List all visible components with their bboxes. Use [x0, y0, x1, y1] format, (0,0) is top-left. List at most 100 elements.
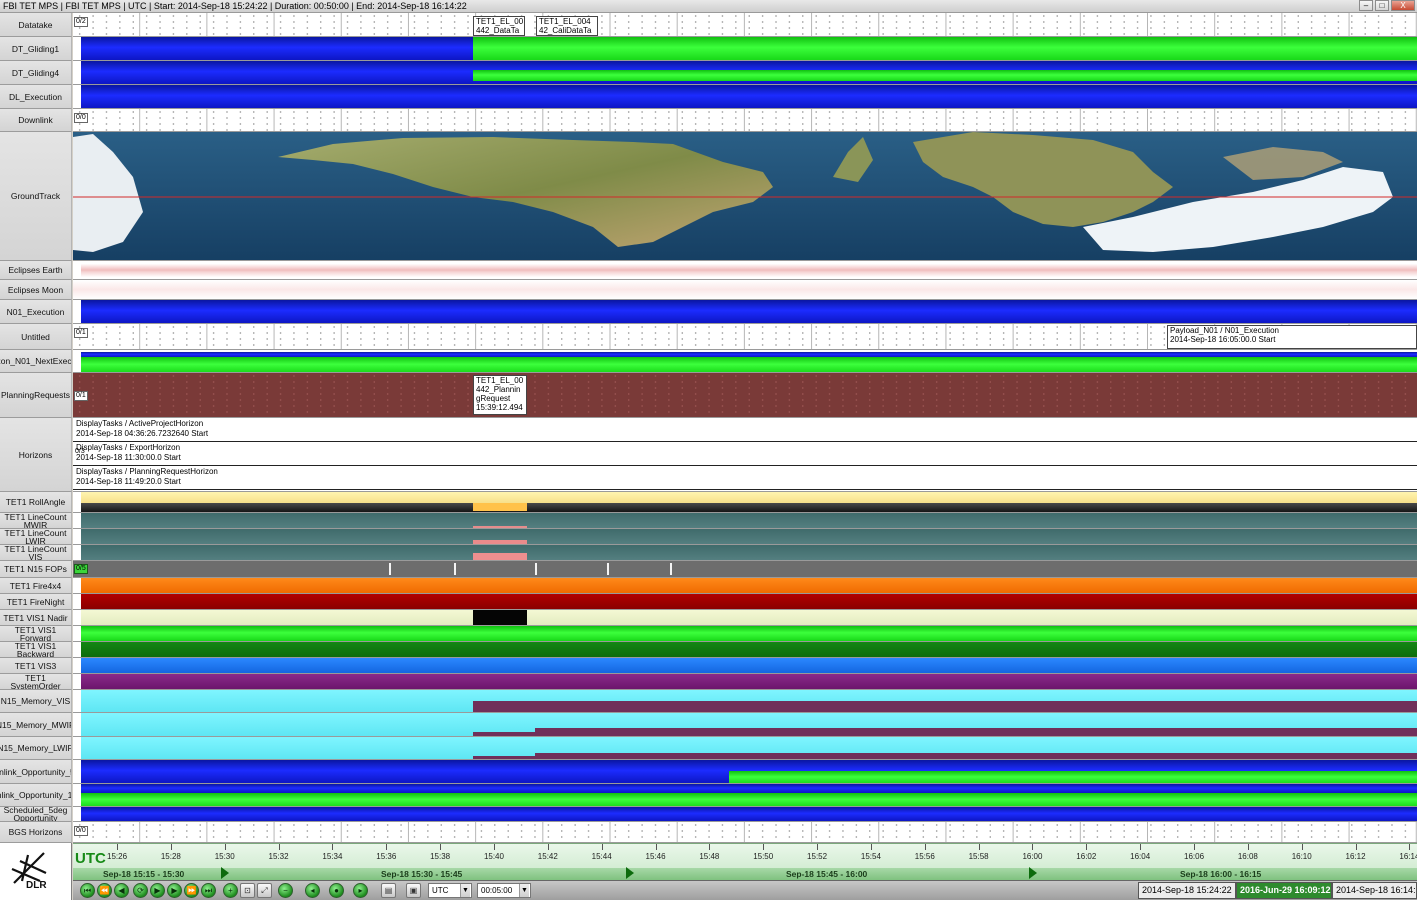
activity-bar[interactable]	[81, 807, 1417, 821]
activity-bar[interactable]	[81, 513, 1417, 528]
activity-bar[interactable]	[473, 701, 1417, 712]
activity-bar[interactable]	[81, 85, 1417, 108]
refresh-icon[interactable]: ⟳	[133, 883, 148, 898]
lane-linecount-mwir[interactable]	[73, 513, 1417, 529]
fop-marker[interactable]	[389, 563, 391, 575]
fop-marker[interactable]	[670, 563, 672, 575]
lane-groundtrack[interactable]	[73, 132, 1417, 261]
activity-bar[interactable]	[81, 529, 1417, 544]
lane-horizon-n01[interactable]	[73, 350, 1417, 373]
activity-bar[interactable]	[473, 37, 1417, 60]
timezone-select[interactable]: UTC ▼	[428, 883, 472, 898]
row-label-vis3[interactable]: TET1 VIS3	[0, 658, 72, 674]
row-label-vis1-nadir[interactable]: TET1 VIS1 Nadir	[0, 610, 72, 626]
activity-bar[interactable]	[81, 793, 1417, 806]
activity-bar[interactable]	[81, 658, 1417, 673]
first-icon[interactable]: ⏮	[80, 883, 95, 898]
lane-n01-execution[interactable]	[73, 300, 1417, 324]
close-button[interactable]: X	[1391, 0, 1415, 11]
row-label-planning-requests[interactable]: PlanningRequests	[0, 373, 72, 418]
horizon-planning-request[interactable]: DisplayTasks / PlanningRequestHorizon 20…	[73, 466, 1417, 490]
activity-bar[interactable]	[81, 578, 1417, 593]
row-label-linecount-vis[interactable]: TET1 LineCount VIS	[0, 545, 72, 561]
activity-bar[interactable]	[81, 492, 1417, 503]
row-label-fire4x4[interactable]: TET1 Fire4x4	[0, 578, 72, 594]
lane-planning-requests[interactable]: 0/1 TET1_EL_00 442_Plannin gRequest 15:3…	[73, 373, 1417, 418]
fop-marker[interactable]	[607, 563, 609, 575]
lane-dt-gliding1[interactable]	[73, 37, 1417, 61]
row-label-downlink[interactable]: Downlink	[0, 109, 72, 132]
activity-bar[interactable]	[535, 753, 1417, 759]
row-label-bgs-horizons[interactable]: BGS Horizons	[0, 822, 72, 843]
row-label-memory-lwir[interactable]: N15_Memory_LWIR	[0, 737, 72, 760]
lane-roll-angle[interactable]	[73, 492, 1417, 513]
activity-bar[interactable]	[81, 357, 1417, 372]
lane-vis1-forward[interactable]	[73, 626, 1417, 642]
row-label-horizons[interactable]: Horizons	[0, 418, 72, 492]
horizon-export[interactable]: DisplayTasks / ExportHorizon 2014-Sep-18…	[73, 442, 1417, 466]
activity-bar[interactable]	[81, 784, 1417, 793]
row-label-linecount-lwir[interactable]: TET1 LineCount LWIR	[0, 529, 72, 545]
activity-bar[interactable]	[81, 37, 473, 60]
row-label-dt-gliding4[interactable]: DT_Gliding4	[0, 61, 72, 85]
datatake-event-1[interactable]: TET1_EL_00 442_DataTa	[473, 16, 525, 36]
activity-bar[interactable]	[473, 503, 527, 511]
lane-downlink[interactable]: 0/0	[73, 109, 1417, 132]
lane-dl-execution[interactable]	[73, 85, 1417, 109]
row-label-groundtrack[interactable]: GroundTrack	[0, 132, 72, 261]
row-label-dl-opp-5deg[interactable]: Downlink_Opportunity_5deg	[0, 760, 72, 784]
zoom-select-icon[interactable]: ⊡	[240, 883, 255, 898]
lane-memory-lwir[interactable]	[73, 737, 1417, 760]
lane-firenight[interactable]	[73, 594, 1417, 610]
lane-bgs-horizons[interactable]: 0/0	[73, 822, 1417, 843]
lane-n15-fops[interactable]: 0/5	[73, 561, 1417, 578]
lane-memory-mwir[interactable]	[73, 713, 1417, 737]
lane-fire4x4[interactable]	[73, 578, 1417, 594]
datatake-event-2[interactable]: TET1_EL_004 42_CaliDataTa	[536, 16, 598, 36]
fop-marker[interactable]	[454, 563, 456, 575]
row-label-system-order[interactable]: TET1 SystemOrder	[0, 674, 72, 690]
row-label-horizon-n01[interactable]: Horizon_N01_NextExecution	[0, 350, 72, 373]
lane-memory-vis[interactable]	[73, 690, 1417, 713]
fast-forward-icon[interactable]: ⏩	[184, 883, 199, 898]
rewind-icon[interactable]: ⏪	[97, 883, 112, 898]
minimize-button[interactable]: –	[1359, 0, 1373, 11]
row-label-dt-gliding1[interactable]: DT_Gliding1	[0, 37, 72, 61]
document-icon[interactable]: ▤	[381, 883, 396, 898]
row-label-n15-fops[interactable]: TET1 N15 FOPs	[0, 561, 72, 578]
row-label-dl-opp-10deg[interactable]: Downlink_Opportunity_10deg	[0, 784, 72, 807]
activity-bar[interactable]	[473, 610, 527, 625]
row-label-n01-execution[interactable]: N01_Execution	[0, 300, 72, 324]
start-time-field[interactable]: 2014-Sep-18 15:24:22	[1138, 882, 1236, 899]
activity-bar[interactable]	[473, 553, 527, 560]
step-forward-icon[interactable]: ▶	[150, 883, 165, 898]
activity-bar[interactable]	[81, 503, 1417, 512]
lane-eclipses-moon[interactable]	[73, 280, 1417, 300]
lane-vis1-backward[interactable]	[73, 642, 1417, 658]
screen-icon[interactable]: ▣	[406, 883, 421, 898]
horizon-active-project[interactable]: DisplayTasks / ActiveProjectHorizon 2014…	[73, 418, 1417, 442]
lane-eclipses-earth[interactable]	[73, 261, 1417, 280]
row-label-roll-angle[interactable]: TET1 RollAngle	[0, 492, 72, 513]
lane-scheduled-5deg[interactable]	[73, 807, 1417, 822]
step-select[interactable]: 00:05:00 ▼	[477, 883, 531, 898]
lane-vis3[interactable]	[73, 658, 1417, 674]
planning-request-event[interactable]: TET1_EL_00 442_Plannin gRequest 15:39:12…	[473, 375, 527, 415]
row-label-memory-vis[interactable]: N15_Memory_VIS	[0, 690, 72, 713]
activity-bar[interactable]	[535, 728, 1417, 736]
activity-bar[interactable]	[81, 300, 1417, 323]
row-label-firenight[interactable]: TET1 FireNight	[0, 594, 72, 610]
end-time-field[interactable]: 2014-Sep-18 16:14:22	[1332, 882, 1417, 899]
lane-vis1-nadir[interactable]	[73, 610, 1417, 626]
time-axis[interactable]: UTC 15:26 15:28 15:30 15:32 15:34 15:36 15:38 1…	[73, 843, 1417, 880]
zoom-fit-icon[interactable]: ⤢	[257, 883, 272, 898]
move-right-icon[interactable]: ▸	[353, 883, 368, 898]
step-back-icon[interactable]: ◀	[114, 883, 129, 898]
row-label-untitled[interactable]: Untitled	[0, 324, 72, 350]
timeline-lanes[interactable]: 0/2 TET1_EL_00 442_DataTa TET1_EL_004 42…	[73, 13, 1417, 843]
play-icon[interactable]: ▶	[167, 883, 182, 898]
zoom-out-icon[interactable]: −	[278, 883, 293, 898]
move-left-icon[interactable]: ◂	[305, 883, 320, 898]
activity-bar[interactable]	[81, 642, 1417, 657]
untitled-event[interactable]: Payload_N01 / N01_Execution 2014-Sep-18 …	[1167, 325, 1417, 349]
